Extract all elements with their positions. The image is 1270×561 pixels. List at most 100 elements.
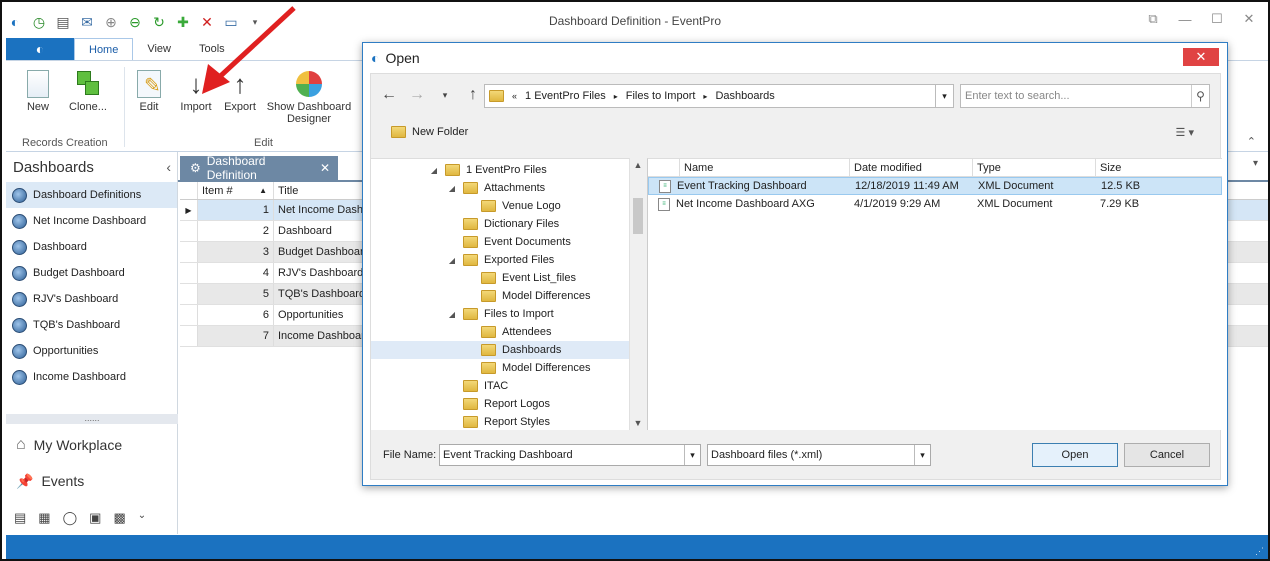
tree-item[interactable]: ◢ Files to Import [447,305,554,323]
tree-item[interactable]: Report Styles [447,413,550,430]
nav-item-label: Income Dashboard [33,371,126,383]
tree-item[interactable]: ◢ Exported Files [447,251,554,269]
maximize-icon[interactable]: ☐ [1208,10,1226,28]
breadcrumb-1[interactable]: 1 EventPro Files [525,90,606,102]
nav-item[interactable]: Income Dashboard [6,364,177,390]
collapse-ribbon-icon[interactable]: ⌃ [1247,135,1256,148]
chat-bubble-icon[interactable]: ◯ [63,510,78,526]
nav-my-workplace[interactable]: ⌂ My Workplace [16,432,122,458]
close-icon[interactable]: ✕ [1240,10,1258,28]
recent-dropdown-icon[interactable]: ▾ [437,90,453,101]
export-button[interactable]: ↑ Export [220,67,260,113]
tab-tools[interactable]: Tools [185,38,239,60]
tree-item[interactable]: Model Differences [465,359,590,377]
schedule-icon[interactable]: ▤ [14,510,26,526]
tab-home[interactable]: Home [74,38,134,60]
scroll-thumb[interactable] [633,198,643,234]
tab-list-dropdown-icon[interactable]: ▾ [1253,158,1258,169]
tree-item[interactable]: ITAC [447,377,508,395]
restore-icon[interactable]: ⧉ [1144,10,1162,28]
import-button[interactable]: ↓ Import [176,67,216,113]
nav-item[interactable]: Dashboard [6,234,177,260]
file-row[interactable]: ≡ Event Tracking Dashboard 12/18/2019 11:4… [648,177,1222,195]
nav-events[interactable]: 📌 Events [16,468,84,494]
open-button[interactable]: Open [1032,443,1118,467]
breadcrumb-2[interactable]: Files to Import [626,90,696,102]
breadcrumb-separator-icon[interactable]: ▸ [614,92,618,101]
expand-toggle-icon[interactable]: ◢ [429,166,439,175]
edit-button[interactable]: ✎ Edit [132,67,166,113]
tab-dashboard-definition[interactable]: ⚙ Dashboard Definition ✕ [180,154,338,182]
folder-icon [463,308,478,320]
file-name-input[interactable]: Event Tracking Dashboard ▾ [439,444,701,466]
breadcrumb-overflow-icon[interactable]: « [512,91,517,101]
nav-module-icons: ▤ ▦ ◯ ▣ ▩ ⌄ [14,510,146,526]
search-box[interactable]: Enter text to search... ⚲ [960,84,1210,108]
tree-item[interactable]: Event Documents [447,233,571,251]
tree-item[interactable]: Attendees [465,323,552,341]
tree-item[interactable]: Event List_files [465,269,576,287]
tree-item[interactable]: ◢ Attachments [447,179,545,197]
breadcrumb-3[interactable]: Dashboards [715,90,774,102]
file-type-select[interactable]: Dashboard files (*.xml) ▾ [707,444,931,466]
address-dropdown-icon[interactable]: ▾ [935,85,953,107]
tree-item[interactable]: ◢ 1 EventPro Files [429,161,547,179]
row-indicator [180,242,198,262]
more-chevron-icon[interactable]: ⌄ [138,510,146,526]
minimize-icon[interactable]: — [1176,10,1194,28]
expand-toggle-icon[interactable]: ◢ [447,310,457,319]
expand-toggle-icon[interactable]: ◢ [447,256,457,265]
column-header-date[interactable]: Date modified [850,159,973,176]
clone-cubes-icon [73,67,103,101]
tab-view[interactable]: View [133,38,185,60]
column-header-type[interactable]: Type [973,159,1096,176]
scroll-up-icon[interactable]: ▲ [630,160,646,170]
nav-item[interactable]: Dashboard Definitions [6,182,177,208]
file-name-dropdown-icon[interactable]: ▾ [684,445,700,465]
tree-item-label: Files to Import [484,308,554,320]
calculator-icon[interactable]: ▩ [113,510,125,526]
view-options-icon[interactable]: ☰ ▾ [1176,126,1194,139]
clone-button[interactable]: Clone... [64,67,112,113]
tree-item[interactable]: Dashboards [465,341,561,359]
address-bar[interactable]: « 1 EventPro Files ▸ Files to Import ▸ D… [484,84,954,108]
breadcrumb-separator-icon[interactable]: ▸ [703,92,707,101]
nav-splitter[interactable]: ...... [6,414,178,424]
nav-item[interactable]: TQB's Dashboard [6,312,177,338]
column-header-name[interactable]: Name [680,159,850,176]
file-menu-button[interactable]: ◐ [6,38,74,60]
cancel-button[interactable]: Cancel [1124,443,1210,467]
nav-item[interactable]: Budget Dashboard [6,260,177,286]
up-folder-icon[interactable]: ↑ [465,86,481,104]
new-button[interactable]: New [18,67,58,113]
clipboard-icon[interactable]: ▣ [89,510,101,526]
file-list: Name Date modified Type Size ≡ Event Trac… [647,158,1222,430]
nav-item[interactable]: Net Income Dashboard [6,208,177,234]
tree-scrollbar[interactable]: ▲ ▼ [629,158,645,430]
close-tab-icon[interactable]: ✕ [320,161,330,175]
scroll-down-icon[interactable]: ▼ [630,418,646,428]
folder-icon [463,254,478,266]
dialog-close-button[interactable]: ✕ [1183,48,1219,66]
nav-item[interactable]: RJV's Dashboard [6,286,177,312]
file-row[interactable]: ≡ Net Income Dashboard AXG 4/1/2019 9:29 A… [648,195,1222,213]
search-icon[interactable]: ⚲ [1191,85,1209,107]
tree-item[interactable]: Report Logos [447,395,550,413]
tree-item[interactable]: Dictionary Files [447,215,559,233]
accounts-icon[interactable]: ▦ [38,510,50,526]
file-type-dropdown-icon[interactable]: ▾ [914,445,930,465]
folder-icon [445,164,460,176]
nav-item[interactable]: Opportunities [6,338,177,364]
forward-arrow-icon[interactable]: → [409,86,425,104]
show-dashboard-designer-button[interactable]: Show Dashboard Designer [264,67,354,125]
column-header-item[interactable]: Item # ▲ [198,182,274,199]
tree-item[interactable]: Model Differences [465,287,590,305]
tree-item[interactable]: Venue Logo [465,197,561,215]
back-arrow-icon[interactable]: ← [381,86,397,104]
new-folder-button[interactable]: New Folder [391,126,468,138]
column-header-size[interactable]: Size [1096,159,1222,176]
expand-toggle-icon[interactable]: ◢ [447,184,457,193]
dialog-nav-buttons: ← → ▾ ↑ [381,86,481,104]
resize-grip-icon[interactable]: ⋰ [1255,546,1264,557]
collapse-nav-icon[interactable]: ‹ [166,159,171,175]
